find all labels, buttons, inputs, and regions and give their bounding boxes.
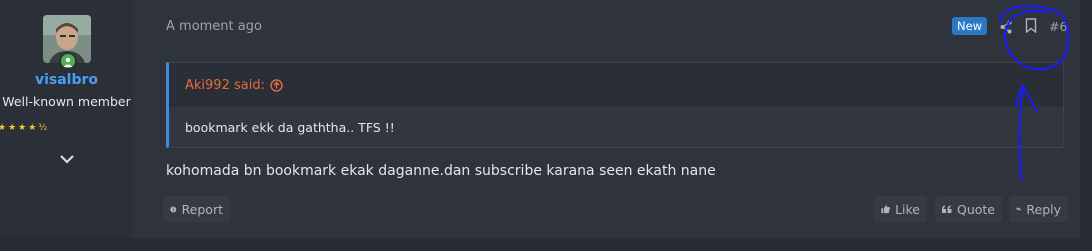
like-button[interactable]: Like <box>874 196 927 222</box>
username-link[interactable]: visalbro <box>0 72 133 88</box>
quote-label: Quote <box>956 201 995 217</box>
post-date-link[interactable]: A moment ago <box>166 19 262 34</box>
quote-button[interactable]: Quote <box>935 196 1002 222</box>
post-container: visalbro Well-known member ★ ★ ★ ★ ½ A m… <box>0 0 1080 238</box>
info-icon <box>170 206 177 212</box>
half-star-icon: ½ <box>38 123 48 133</box>
user-rating-stars: ★ ★ ★ ★ ½ <box>0 123 47 133</box>
quote-content: bookmark ekk da gaththa.. TFS !! <box>169 107 1063 147</box>
star-icon: ★ <box>0 123 7 133</box>
expand-user-info-button[interactable] <box>58 151 76 165</box>
star-icon: ★ <box>28 123 37 133</box>
chevron-down-icon <box>60 155 74 164</box>
arrow-up-circle-icon[interactable] <box>270 78 283 92</box>
user-title: Well-known member <box>2 94 131 109</box>
new-badge: New <box>952 17 988 35</box>
message-cell: A moment ago New #6 Aki992 said: bookmar… <box>133 0 1080 238</box>
share-icon[interactable] <box>1000 19 1012 34</box>
quote-icon <box>942 205 952 213</box>
thumbs-up-icon <box>881 205 890 214</box>
star-icon: ★ <box>18 123 27 133</box>
report-label: Report <box>181 201 223 217</box>
message-body: kohomada bn bookmark ekak daganne.dan su… <box>166 163 716 179</box>
bookmark-icon[interactable] <box>1025 18 1037 34</box>
reply-label: Reply <box>1026 201 1061 217</box>
star-icon: ★ <box>8 123 17 133</box>
reply-button[interactable]: Reply <box>1009 196 1068 222</box>
post-number-link[interactable]: #6 <box>1049 19 1067 34</box>
quote-header[interactable]: Aki992 said: <box>169 63 1063 107</box>
report-button[interactable]: Report <box>163 196 230 222</box>
quote-block: Aki992 said: bookmark ekk da gaththa.. T… <box>166 62 1064 148</box>
reply-icon <box>1016 206 1022 212</box>
quote-author[interactable]: Aki992 said: <box>185 78 265 93</box>
like-label: Like <box>895 201 920 217</box>
online-status-icon <box>59 52 77 70</box>
user-cell: visalbro Well-known member ★ ★ ★ ★ ½ <box>0 0 133 238</box>
